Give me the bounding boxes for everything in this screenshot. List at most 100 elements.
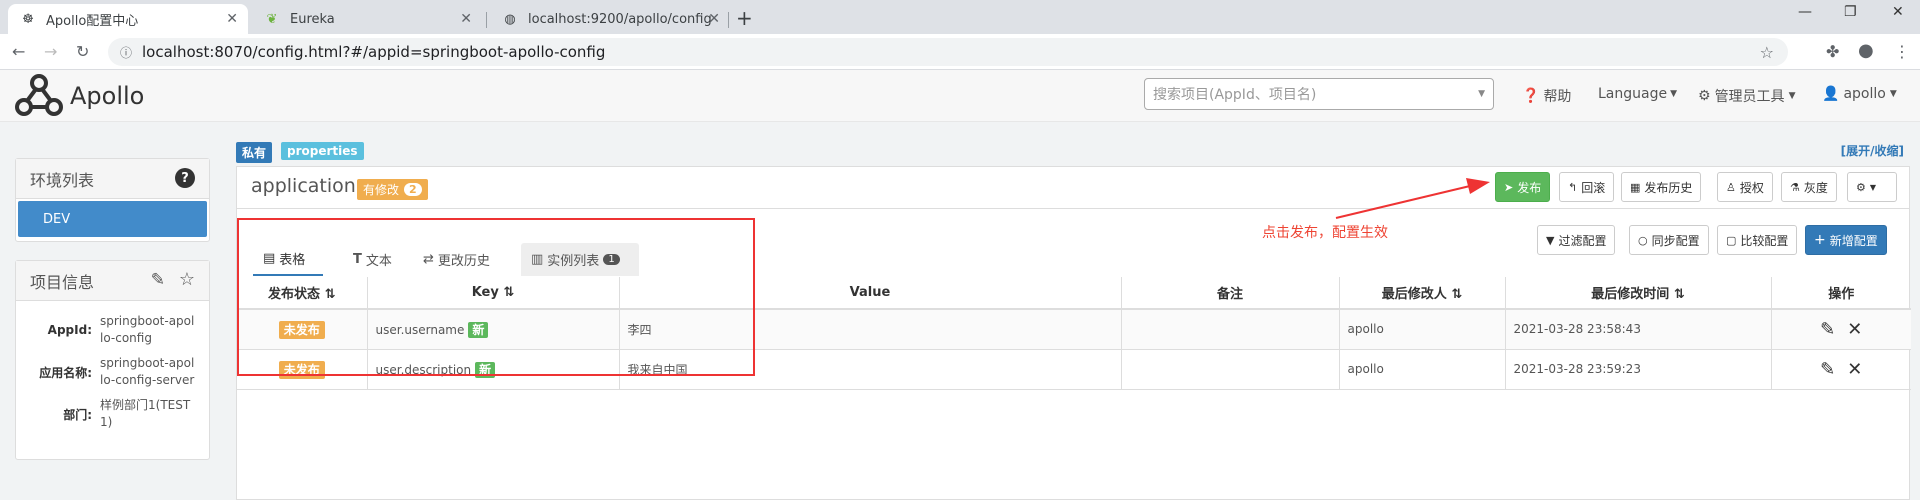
browser-tab-eureka[interactable]: ❦ Eureka ✕ bbox=[252, 4, 482, 34]
cell-time: 2021-03-28 23:59:23 bbox=[1505, 349, 1772, 390]
sync-config-button[interactable]: ○ 同步配置 bbox=[1629, 225, 1709, 255]
language-dropdown[interactable]: Language ▼ bbox=[1598, 86, 1677, 102]
close-icon[interactable]: ✕ bbox=[460, 11, 472, 27]
settings-dropdown-button[interactable]: ⚙ ▼ bbox=[1847, 172, 1897, 202]
info-value: 样例部门1(TEST1) bbox=[100, 398, 191, 429]
minimize-icon[interactable]: — bbox=[1798, 4, 1812, 20]
info-row-app-name: 应用名称: springboot-apollo-config-server bbox=[16, 351, 209, 393]
add-config-button[interactable]: + 新增配置 bbox=[1805, 225, 1887, 255]
col-label: 最后修改人 bbox=[1381, 287, 1447, 302]
caret-down-icon: ▼ bbox=[1670, 89, 1678, 99]
forward-arrow-icon[interactable]: → bbox=[44, 42, 57, 61]
user-label: apollo bbox=[1843, 86, 1886, 102]
close-icon[interactable]: ✕ bbox=[708, 11, 720, 27]
tab-text[interactable]: T 文本 bbox=[343, 243, 402, 276]
window-close-icon[interactable]: ✕ bbox=[1892, 4, 1904, 20]
back-arrow-icon[interactable]: ← bbox=[12, 42, 25, 61]
bookmark-star-icon[interactable]: ☆ bbox=[1760, 43, 1774, 62]
publish-history-button[interactable]: ▦ 发布历史 bbox=[1621, 172, 1702, 202]
restore-icon[interactable]: ❐ bbox=[1844, 4, 1857, 20]
cell-actions: ✎ ✕ bbox=[1771, 349, 1911, 390]
grant-button[interactable]: ♙ 授权 bbox=[1717, 172, 1773, 202]
project-info-panel: 项目信息 ✎ ☆ AppId: springboot-apollo-config… bbox=[15, 260, 210, 460]
question-icon[interactable]: ? bbox=[175, 168, 195, 188]
browser-tab-apollo[interactable]: ☸ Apollo配置中心 ✕ bbox=[8, 4, 248, 34]
star-icon[interactable]: ☆ bbox=[179, 269, 195, 290]
edit-icon[interactable]: ✎ bbox=[151, 270, 165, 290]
apollo-favicon-icon: ☸ bbox=[22, 11, 34, 27]
col-comment: 备注 bbox=[1121, 277, 1340, 310]
delete-icon[interactable]: ✕ bbox=[1847, 359, 1862, 380]
info-icon[interactable]: ⓘ bbox=[120, 44, 132, 61]
close-icon[interactable]: ✕ bbox=[226, 11, 238, 27]
sort-icon: ⇅ bbox=[1673, 287, 1685, 302]
col-modifier[interactable]: 最后修改人 ⇅ bbox=[1339, 277, 1506, 310]
cell-modifier: apollo bbox=[1339, 309, 1506, 350]
new-tab-icon[interactable]: + bbox=[736, 6, 753, 30]
modified-badge: 有修改 2 bbox=[357, 179, 428, 200]
sort-icon: ⇅ bbox=[324, 287, 336, 302]
private-badge: 私有 bbox=[236, 142, 273, 163]
browser-tab-localhost[interactable]: ◍ localhost:9200/apollo/config ✕ bbox=[490, 4, 730, 34]
publish-button[interactable]: ➤ 发布 bbox=[1495, 172, 1551, 202]
text-icon: T bbox=[353, 252, 362, 267]
user-icon: ♙ bbox=[1726, 180, 1736, 194]
logo-text: Apollo bbox=[70, 82, 145, 110]
col-key[interactable]: Key ⇅ bbox=[367, 277, 620, 310]
table-header-row: 发布状态 ⇅ Key ⇅ Value 备注 最后修改人 ⇅ 最后修改时间 ⇅ 操… bbox=[237, 277, 1911, 310]
filter-config-button[interactable]: ▼ 过滤配置 bbox=[1537, 225, 1616, 255]
col-modified-time[interactable]: 最后修改时间 ⇅ bbox=[1505, 277, 1772, 310]
sync-icon: ○ bbox=[1638, 233, 1648, 247]
apollo-logo[interactable]: Apollo bbox=[14, 70, 144, 122]
expand-collapse-link[interactable]: [展开/收缩] bbox=[1841, 142, 1904, 159]
send-icon: ➤ bbox=[1504, 180, 1514, 194]
tab-table-label: 表格 bbox=[279, 253, 306, 268]
filter-icon: ▼ bbox=[1546, 233, 1555, 247]
col-label: 发布状态 bbox=[268, 287, 321, 302]
unpublished-badge: 未发布 bbox=[278, 360, 325, 379]
tab-change-history[interactable]: ⇄ 更改历史 bbox=[413, 243, 500, 276]
col-status[interactable]: 发布状态 ⇅ bbox=[237, 277, 368, 310]
flask-icon: ⚗ bbox=[1790, 180, 1800, 194]
menu-dots-icon[interactable]: ⋮ bbox=[1894, 42, 1910, 61]
compare-config-button[interactable]: ▢ 比较配置 bbox=[1717, 225, 1798, 255]
edit-icon[interactable]: ✎ bbox=[1820, 359, 1835, 380]
extensions-icon[interactable]: ✤ bbox=[1826, 42, 1839, 61]
history-label: 发布历史 bbox=[1644, 180, 1693, 195]
delete-icon[interactable]: ✕ bbox=[1847, 319, 1862, 340]
table-row: 未发布 user.username 新 李四 apollo 2021-03-28 … bbox=[237, 309, 1911, 350]
project-search-select[interactable]: 搜索项目(AppId、项目名) ▼ bbox=[1144, 78, 1494, 110]
edit-icon[interactable]: ✎ bbox=[1820, 319, 1835, 340]
url-field[interactable]: ⓘ localhost:8070/config.html?#/appid=spr… bbox=[108, 38, 1788, 66]
grant-label: 授权 bbox=[1739, 180, 1764, 195]
env-list-title-text: 环境列表 bbox=[30, 170, 95, 190]
leaf-favicon-icon: ❦ bbox=[266, 11, 278, 27]
tab-text-label: 文本 bbox=[365, 254, 392, 269]
search-placeholder: 搜索项目(AppId、项目名) bbox=[1153, 87, 1317, 103]
info-row-department: 部门: 样例部门1(TEST1) bbox=[16, 393, 209, 435]
tab-table[interactable]: ▤ 表格 bbox=[253, 243, 323, 276]
format-badge: properties bbox=[281, 142, 364, 160]
user-dropdown[interactable]: 👤 apollo ▼ bbox=[1822, 86, 1897, 102]
col-label: Value bbox=[849, 285, 891, 300]
gray-release-button[interactable]: ⚗ 灰度 bbox=[1781, 172, 1837, 202]
env-item-dev[interactable]: DEV bbox=[18, 201, 207, 237]
reload-icon[interactable]: ↻ bbox=[76, 42, 89, 61]
col-value: Value bbox=[619, 277, 1122, 310]
help-link[interactable]: ❓ 帮助 bbox=[1522, 86, 1571, 106]
tab-title: Eureka bbox=[290, 11, 335, 27]
tab-instances[interactable]: ▥ 实例列表 1 bbox=[521, 243, 639, 276]
profile-icon[interactable]: ● bbox=[1858, 40, 1874, 61]
gear-icon: ⚙ bbox=[1698, 88, 1711, 104]
page-content: 环境列表 ? DEV 项目信息 ✎ ☆ AppId: springboot-ap… bbox=[0, 122, 1920, 500]
col-actions: 操作 bbox=[1771, 277, 1911, 310]
caret-down-icon: ▼ bbox=[1869, 182, 1877, 192]
caret-down-icon: ▼ bbox=[1889, 89, 1897, 99]
project-info-title: 项目信息 ✎ ☆ bbox=[16, 261, 209, 301]
apollo-logo-icon bbox=[15, 74, 63, 116]
col-label: 备注 bbox=[1216, 287, 1243, 302]
rollback-button[interactable]: ↰ 回滚 bbox=[1559, 172, 1615, 202]
admin-tools-dropdown[interactable]: ⚙ 管理员工具 ▼ bbox=[1698, 86, 1795, 106]
cell-modifier: apollo bbox=[1339, 349, 1506, 390]
modified-count: 2 bbox=[404, 183, 422, 196]
